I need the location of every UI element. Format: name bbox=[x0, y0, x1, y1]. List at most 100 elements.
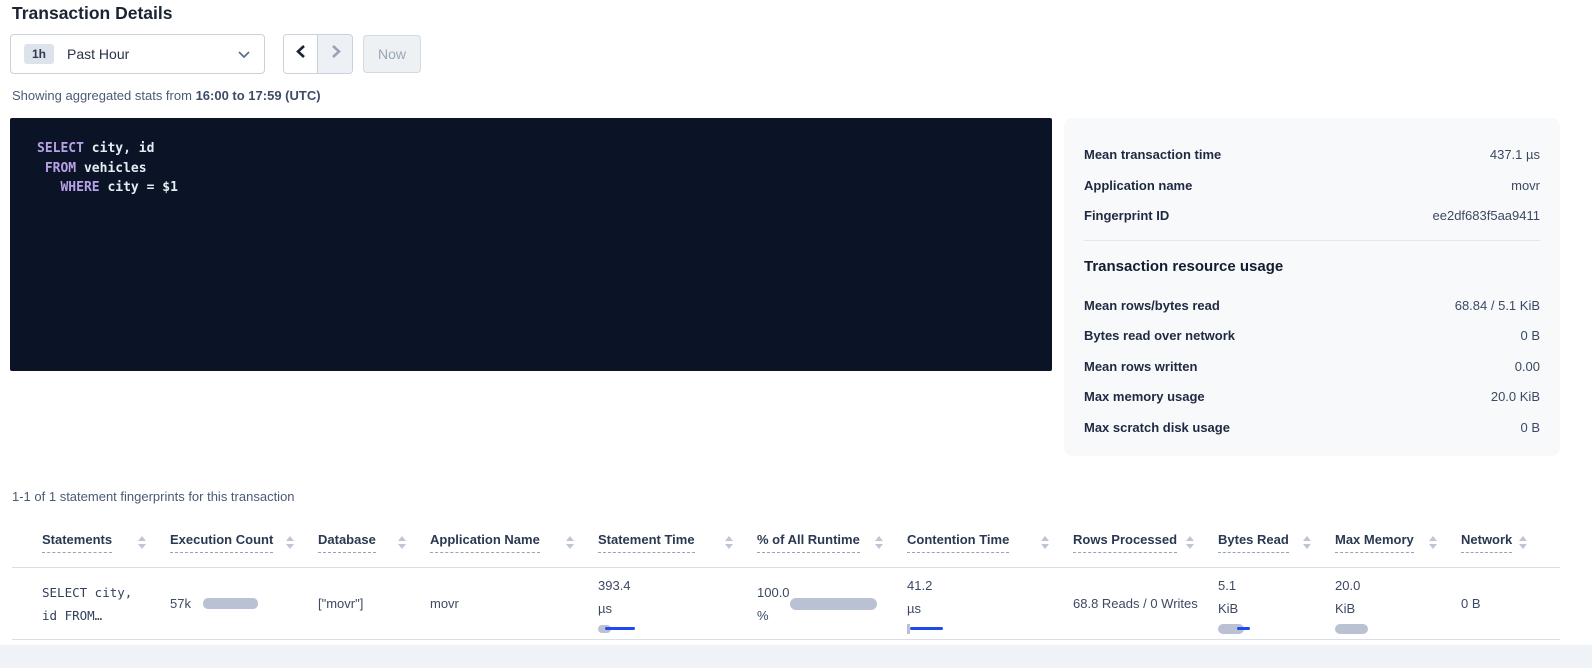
card-divider bbox=[1084, 240, 1540, 241]
sql-keyword: FROM bbox=[37, 161, 76, 176]
summary-value: 68.84 / 5.1 KiB bbox=[1455, 298, 1540, 313]
summary-row: Max scratch disk usage 0 B bbox=[1084, 420, 1540, 451]
column-label: Rows Processed bbox=[1073, 532, 1177, 553]
sort-icon[interactable] bbox=[1041, 536, 1049, 549]
sort-icon[interactable] bbox=[286, 536, 294, 549]
contention-time-value: 41.2 bbox=[907, 574, 1055, 597]
sort-icon[interactable] bbox=[566, 536, 574, 549]
column-label: Bytes Read bbox=[1218, 532, 1289, 553]
column-header-bytes-read[interactable]: Bytes Read bbox=[1218, 532, 1335, 553]
time-controls: 1h Past Hour Now bbox=[10, 34, 421, 74]
table-row: SELECT city,id FROM… 57k ["movr"] movr 3… bbox=[12, 568, 1560, 640]
bytes-read-value: 5.1 bbox=[1218, 574, 1317, 597]
sort-icon[interactable] bbox=[875, 536, 883, 549]
statement-time-value: 393.4 bbox=[598, 574, 739, 597]
column-header-max-memory[interactable]: Max Memory bbox=[1335, 532, 1461, 553]
summary-value: 0 B bbox=[1520, 420, 1540, 435]
max-memory-unit: KiB bbox=[1335, 597, 1443, 620]
statement-link[interactable]: SELECT city,id FROM… bbox=[42, 581, 152, 627]
column-label: Contention Time bbox=[907, 532, 1009, 553]
statements-table-header: Statements Execution Count Database Appl… bbox=[12, 518, 1560, 568]
statement-line: SELECT city, bbox=[42, 585, 132, 600]
summary-value: movr bbox=[1511, 178, 1540, 193]
bytes-read-bar bbox=[1218, 624, 1317, 634]
sort-icon[interactable] bbox=[1303, 536, 1311, 549]
statements-table: Statements Execution Count Database Appl… bbox=[12, 518, 1560, 640]
sql-line: WHERE city = $1 bbox=[37, 178, 1052, 198]
column-label: Max Memory bbox=[1335, 532, 1414, 553]
chevron-right-icon bbox=[330, 44, 341, 64]
previous-time-button[interactable] bbox=[284, 35, 318, 73]
column-header-rows-processed[interactable]: Rows Processed bbox=[1073, 532, 1218, 553]
transaction-details-page: Transaction Details 1h Past Hour Now Sho bbox=[0, 0, 1592, 668]
sort-icon[interactable] bbox=[398, 536, 406, 549]
column-header-statements[interactable]: Statements bbox=[42, 532, 170, 553]
execution-count-value: 57k bbox=[170, 596, 191, 611]
resource-usage-heading: Transaction resource usage bbox=[1084, 258, 1540, 275]
sql-text: city, id bbox=[84, 141, 154, 156]
sort-icon[interactable] bbox=[1186, 536, 1194, 549]
column-label: Statements bbox=[42, 532, 112, 553]
cell-statement: SELECT city,id FROM… bbox=[42, 581, 170, 627]
sort-icon[interactable] bbox=[1519, 536, 1527, 549]
aggregated-stats-range: Showing aggregated stats from 16:00 to 1… bbox=[12, 88, 321, 103]
cell-execution-count: 57k bbox=[170, 596, 318, 611]
runtime-pct-unit: % bbox=[757, 604, 790, 627]
summary-value: 20.0 KiB bbox=[1491, 389, 1540, 404]
next-time-button[interactable] bbox=[318, 35, 352, 73]
summary-row: Mean transaction time 437.1 µs bbox=[1084, 147, 1540, 178]
time-range-dropdown[interactable]: 1h Past Hour bbox=[10, 34, 265, 74]
chevron-down-icon bbox=[237, 50, 251, 59]
column-label: Execution Count bbox=[170, 532, 273, 553]
time-range-label: Past Hour bbox=[67, 46, 129, 62]
max-memory-bar bbox=[1335, 624, 1443, 634]
database-value: ["movr"] bbox=[318, 596, 363, 611]
transaction-sql-box: SELECT city, id FROM vehicles WHERE city… bbox=[10, 118, 1052, 371]
cell-max-memory: 20.0 KiB bbox=[1335, 574, 1461, 634]
runtime-pct-bar bbox=[790, 598, 877, 610]
summary-row: Mean rows/bytes read 68.84 / 5.1 KiB bbox=[1084, 298, 1540, 329]
subtitle-prefix: Showing aggregated stats from bbox=[12, 88, 196, 103]
sort-icon[interactable] bbox=[725, 536, 733, 549]
cell-bytes-read: 5.1 KiB bbox=[1218, 574, 1335, 634]
runtime-pct-value: 100.0 bbox=[757, 581, 790, 604]
column-header-runtime-pct[interactable]: % of All Runtime bbox=[757, 532, 907, 553]
fingerprints-count-text: 1-1 of 1 statement fingerprints for this… bbox=[12, 489, 295, 504]
time-arrow-group bbox=[283, 34, 353, 74]
cell-statement-time: 393.4 µs bbox=[598, 574, 757, 634]
cell-rows-processed: 68.8 Reads / 0 Writes bbox=[1073, 595, 1218, 613]
sql-keyword: WHERE bbox=[37, 180, 100, 195]
summary-label: Max scratch disk usage bbox=[1084, 420, 1230, 435]
column-header-network[interactable]: Network bbox=[1461, 532, 1551, 553]
summary-label: Mean rows written bbox=[1084, 359, 1197, 374]
sort-icon[interactable] bbox=[138, 536, 146, 549]
cell-runtime-pct: 100.0 % bbox=[757, 581, 907, 627]
application-name-value: movr bbox=[430, 596, 459, 611]
column-header-contention-time[interactable]: Contention Time bbox=[907, 532, 1073, 553]
page-bottom-strip bbox=[0, 645, 1592, 668]
rows-processed-value: 68.8 Reads / 0 Writes bbox=[1073, 596, 1198, 611]
column-header-application-name[interactable]: Application Name bbox=[430, 532, 598, 553]
summary-row: Max memory usage 20.0 KiB bbox=[1084, 389, 1540, 420]
column-header-database[interactable]: Database bbox=[318, 532, 430, 553]
now-button[interactable]: Now bbox=[363, 35, 421, 73]
sort-icon[interactable] bbox=[1429, 536, 1437, 549]
transaction-summary-card: Mean transaction time 437.1 µs Applicati… bbox=[1064, 118, 1560, 456]
statement-time-unit: µs bbox=[598, 597, 739, 620]
summary-row: Fingerprint ID ee2df683f5aa9411 bbox=[1084, 208, 1540, 239]
summary-row: Application name movr bbox=[1084, 178, 1540, 209]
contention-time-bar bbox=[907, 624, 1055, 634]
subtitle-range: 16:00 to 17:59 (UTC) bbox=[196, 88, 321, 103]
summary-row: Bytes read over network 0 B bbox=[1084, 328, 1540, 359]
column-label: Network bbox=[1461, 532, 1512, 553]
summary-value: ee2df683f5aa9411 bbox=[1433, 208, 1540, 223]
cell-application-name: movr bbox=[430, 595, 598, 613]
contention-time-unit: µs bbox=[907, 597, 1055, 620]
summary-label: Mean transaction time bbox=[1084, 147, 1221, 162]
summary-value: 0 B bbox=[1520, 328, 1540, 343]
cell-contention-time: 41.2 µs bbox=[907, 574, 1073, 634]
time-range-badge: 1h bbox=[24, 44, 54, 64]
max-memory-value: 20.0 bbox=[1335, 574, 1443, 597]
column-header-statement-time[interactable]: Statement Time bbox=[598, 532, 757, 553]
column-header-execution-count[interactable]: Execution Count bbox=[170, 532, 318, 553]
